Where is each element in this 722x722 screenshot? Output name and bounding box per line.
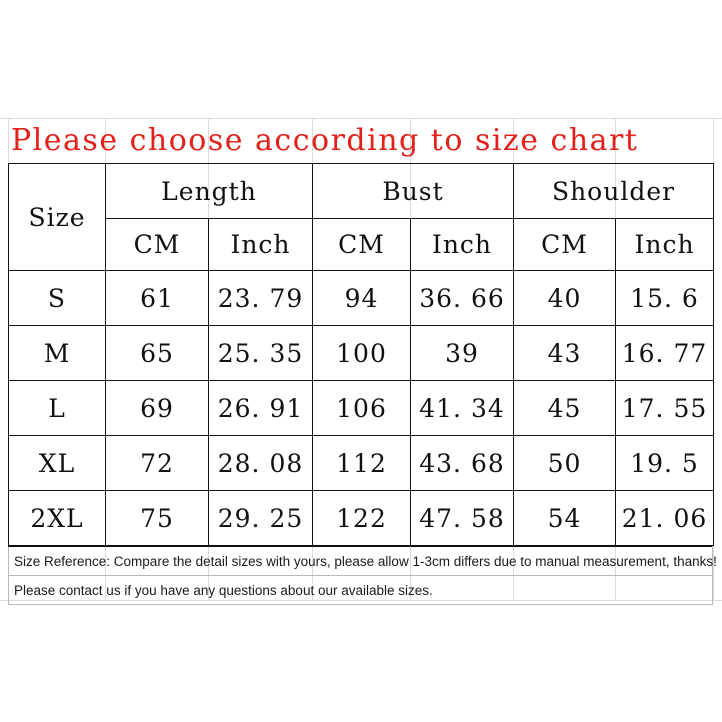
cell-shoulder-inch: 21. 06 [615, 490, 715, 546]
size-reference-note: Size Reference: Compare the detail sizes… [8, 546, 717, 576]
column-header-shoulder-inch: Inch [615, 218, 715, 271]
table-row: S 61 23. 79 94 36. 66 40 15. 6 [8, 270, 715, 326]
page-title: Please choose according to size chart [11, 122, 639, 158]
cell-bust-inch: 39 [409, 325, 515, 381]
cell-bust-inch: 36. 66 [409, 270, 515, 326]
cell-size: 2XL [8, 490, 106, 546]
column-header-shoulder: Shoulder [513, 163, 715, 219]
cell-length-inch: 23. 79 [208, 270, 313, 326]
column-header-bust-inch: Inch [409, 218, 515, 271]
cell-shoulder-cm: 54 [513, 490, 617, 546]
cell-shoulder-inch: 16. 77 [615, 325, 715, 381]
cell-bust-cm: 112 [312, 435, 411, 491]
cell-length-cm: 72 [105, 435, 209, 491]
cell-bust-cm: 122 [312, 490, 411, 546]
cell-shoulder-cm: 50 [513, 435, 617, 491]
cell-shoulder-cm: 45 [513, 380, 617, 436]
table-row: M 65 25. 35 100 39 43 16. 77 [8, 325, 715, 381]
cell-shoulder-inch: 19. 5 [615, 435, 715, 491]
note-row: Please contact us if you have any questi… [8, 575, 713, 605]
cell-length-cm: 69 [105, 380, 209, 436]
cell-length-inch: 29. 25 [208, 490, 313, 546]
cell-size: M [8, 325, 106, 381]
cell-shoulder-cm: 43 [513, 325, 617, 381]
cell-size: L [8, 380, 106, 436]
size-notes-table: Size Reference: Compare the detail sizes… [8, 546, 717, 605]
column-header-bust-cm: CM [312, 218, 411, 271]
cell-length-inch: 25. 35 [208, 325, 313, 381]
cell-bust-inch: 43. 68 [409, 435, 515, 491]
size-chart-table: Size Length Bust Shoulder CM Inch CM Inc… [8, 163, 715, 546]
table-header-group-row: Size Length Bust Shoulder [8, 163, 715, 271]
cell-bust-cm: 100 [312, 325, 411, 381]
chart-title-band: Please choose according to size chart [8, 118, 713, 163]
cell-bust-cm: 94 [312, 270, 411, 326]
cell-length-cm: 61 [105, 270, 209, 326]
cell-bust-inch: 47. 58 [409, 490, 515, 546]
cell-length-cm: 65 [105, 325, 209, 381]
column-header-bust: Bust [311, 163, 515, 219]
column-header-length: Length [105, 163, 313, 219]
cell-shoulder-cm: 40 [513, 270, 617, 326]
column-header-shoulder-cm: CM [513, 218, 617, 271]
table-row: XL 72 28. 08 112 43. 68 50 19. 5 [8, 435, 715, 491]
size-chart-sheet: Please choose according to size chart Si… [8, 118, 717, 605]
cell-size: XL [8, 435, 106, 491]
cell-length-inch: 28. 08 [208, 435, 313, 491]
cell-shoulder-inch: 17. 55 [615, 380, 715, 436]
table-row: 2XL 75 29. 25 122 47. 58 54 21. 06 [8, 490, 715, 546]
column-header-size: Size [8, 163, 106, 271]
column-header-length-inch: Inch [208, 218, 313, 271]
table-header-unit-row: CM Inch CM Inch CM Inch [9, 218, 715, 271]
contact-note: Please contact us if you have any questi… [8, 575, 713, 605]
note-row: Size Reference: Compare the detail sizes… [8, 546, 717, 576]
cell-length-inch: 26. 91 [208, 380, 313, 436]
cell-length-cm: 75 [105, 490, 209, 546]
cell-size: S [8, 270, 106, 326]
table-row: L 69 26. 91 106 41. 34 45 17. 55 [8, 380, 715, 436]
column-header-length-cm: CM [105, 218, 209, 271]
cell-bust-cm: 106 [312, 380, 411, 436]
cell-shoulder-inch: 15. 6 [615, 270, 715, 326]
cell-bust-inch: 41. 34 [409, 380, 515, 436]
